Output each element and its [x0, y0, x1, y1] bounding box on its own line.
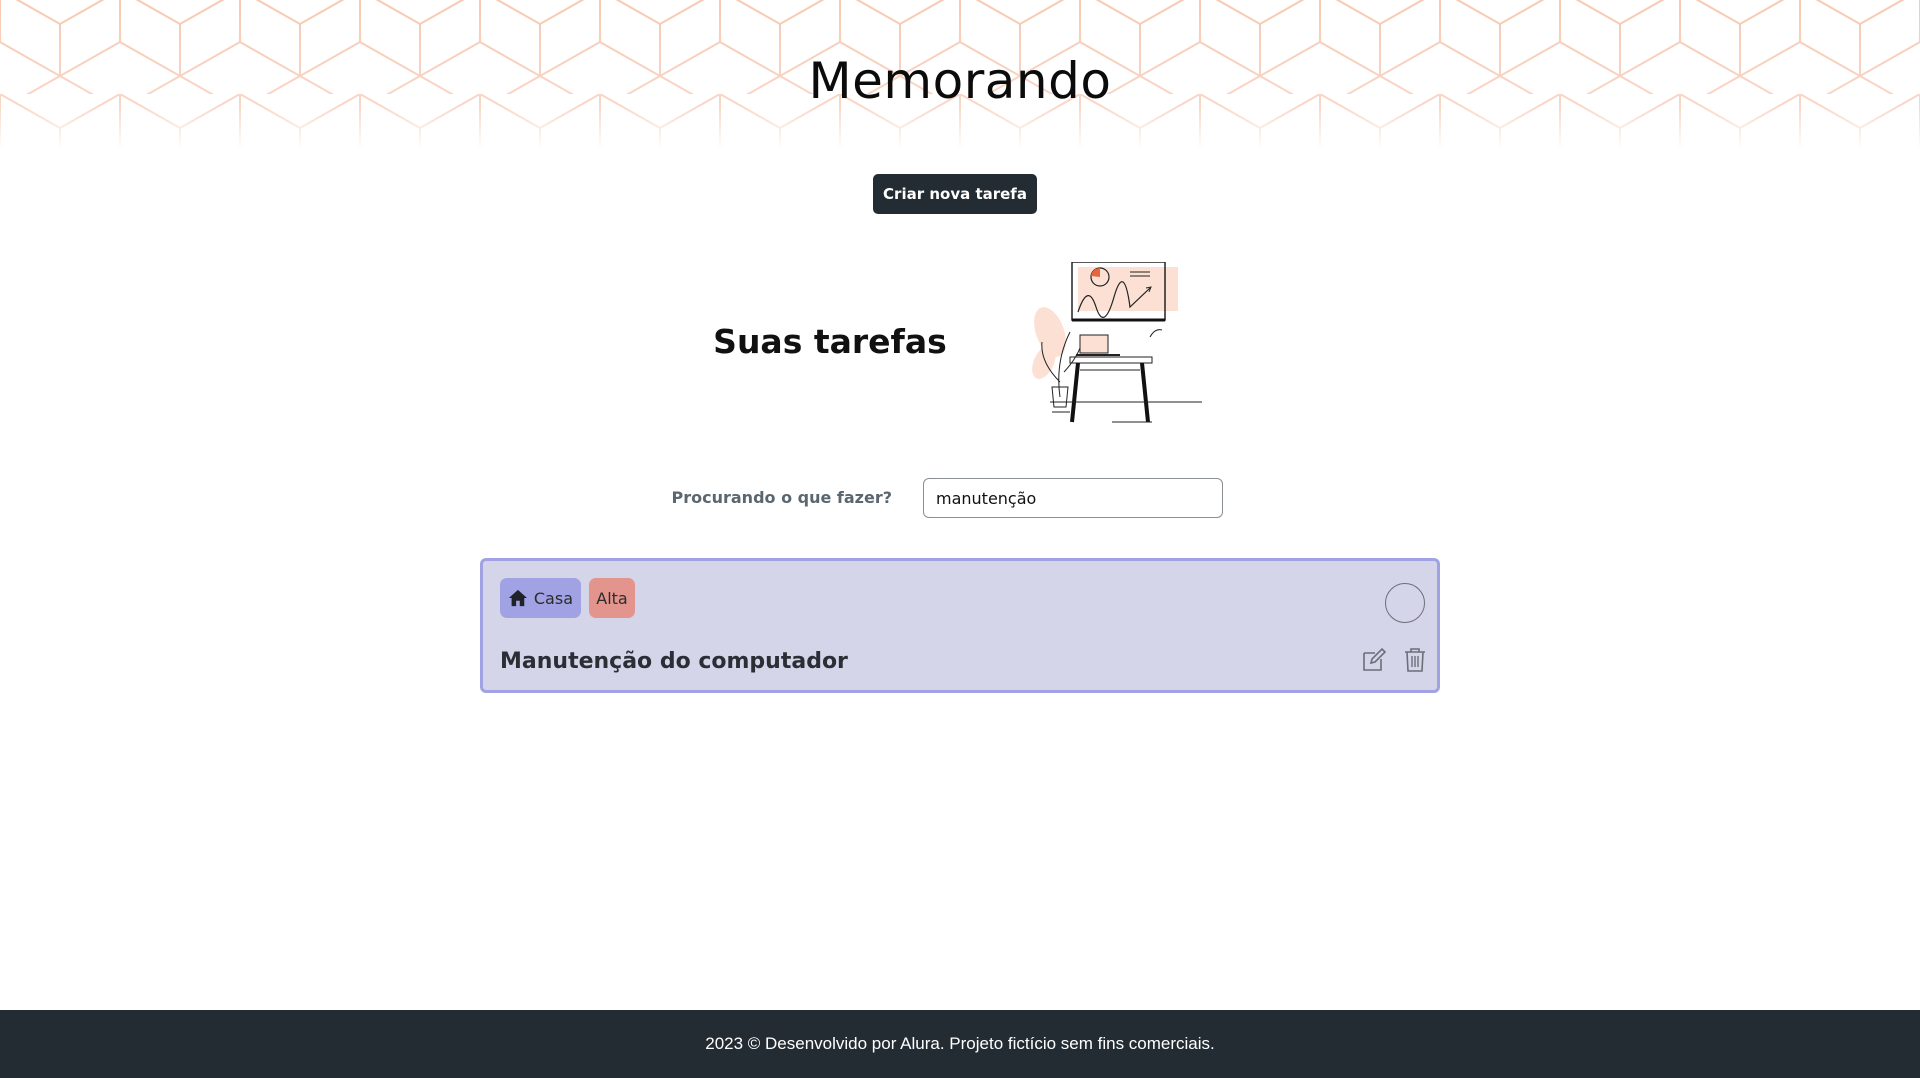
footer: 2023 © Desenvolvido por Alura. Projeto f…: [0, 1010, 1920, 1078]
section-title: Suas tarefas: [713, 322, 947, 361]
home-icon: [508, 589, 527, 607]
search-label: Procurando o que fazer?: [671, 488, 893, 507]
category-tag-label: Casa: [533, 588, 573, 608]
priority-tag: Alta: [589, 578, 635, 618]
edit-icon: [1363, 647, 1387, 671]
complete-task-checkbox[interactable]: [1385, 583, 1425, 623]
category-tag: Casa: [500, 578, 581, 618]
header-banner: Memorando: [0, 0, 1920, 150]
app-title: Memorando: [808, 52, 1112, 110]
search-input[interactable]: [923, 478, 1223, 518]
task-title: Manutenção do computador: [500, 649, 848, 674]
delete-task-button[interactable]: [1401, 646, 1429, 674]
desk-illustration: [1032, 262, 1202, 423]
trash-icon: [1405, 648, 1425, 672]
task-card: Casa Alta Manutenção do computador: [480, 558, 1440, 693]
create-task-button[interactable]: Criar nova tarefa: [873, 174, 1037, 214]
edit-task-button[interactable]: [1360, 646, 1388, 674]
memorando-page: Memorando Criar nova tarefa Suas tarefas: [0, 0, 1920, 1078]
footer-text: 2023 © Desenvolvido por Alura. Projeto f…: [705, 1034, 1215, 1053]
